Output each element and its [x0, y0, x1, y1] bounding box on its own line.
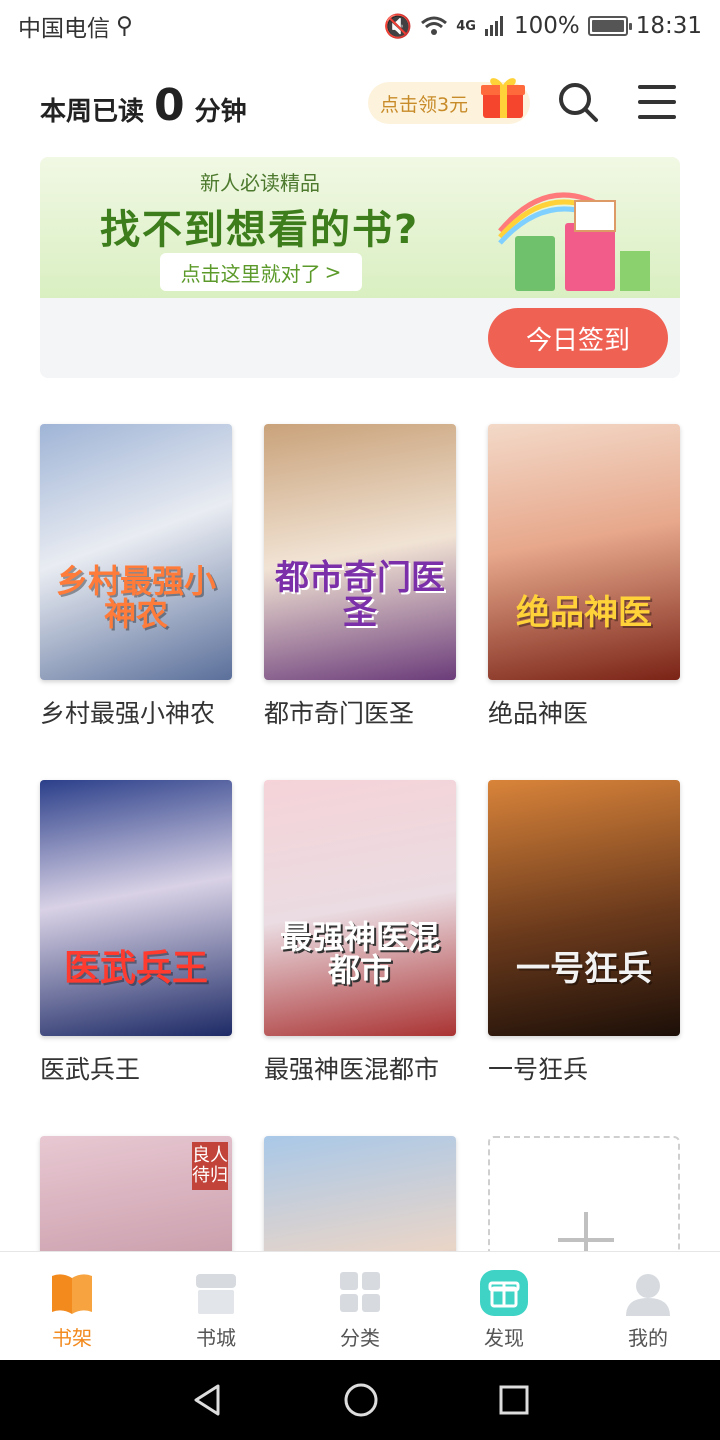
- new-reader-banner[interactable]: 新人必读精品 找不到想看的书? 点击这里就对了 >: [40, 157, 680, 298]
- gift-icon: [480, 1270, 528, 1316]
- cover-title: 良人待归: [192, 1142, 228, 1190]
- bottom-tab-bar: 书架 书城 分类 发现 我的: [0, 1251, 720, 1360]
- clock: 18:31: [635, 13, 702, 39]
- banner-cta-label: 点击这里就对了: [180, 261, 321, 286]
- back-icon[interactable]: [190, 1383, 224, 1417]
- chevron-right-icon: >: [324, 260, 342, 284]
- book-item[interactable]: 乡村最强小神农 乡村最强小神农: [40, 424, 232, 730]
- book-title: 医武兵王: [40, 1055, 141, 1084]
- bookshelf-icon: [52, 1274, 92, 1314]
- book-item[interactable]: 绝品神医 绝品神医: [488, 424, 680, 730]
- book-cover[interactable]: 都市奇门医圣: [264, 424, 456, 680]
- tab-label: 发现: [484, 1326, 524, 1350]
- wifi-icon: [421, 16, 448, 35]
- battery-icon: [587, 16, 632, 36]
- banner-cta-button[interactable]: 点击这里就对了 >: [160, 253, 362, 291]
- book-cover[interactable]: 乡村最强小神农: [40, 424, 232, 680]
- carrier-label: 中国电信: [18, 16, 110, 42]
- network-type-label: 4G: [456, 18, 476, 34]
- tab-label: 书城: [196, 1326, 236, 1350]
- book-cover[interactable]: 医武兵王: [40, 780, 232, 1036]
- book-cover[interactable]: 最强神医混都市: [264, 780, 456, 1036]
- cover-title: 乡村最强小神农: [55, 561, 216, 634]
- battery-percent: 100%: [513, 13, 580, 39]
- claim-gift-label: 点击领3元: [380, 93, 469, 116]
- home-icon[interactable]: [343, 1382, 379, 1418]
- store-icon: [196, 1274, 236, 1314]
- search-icon[interactable]: [554, 78, 602, 126]
- book-cover[interactable]: 绝品神医: [488, 424, 680, 680]
- read-prefix: 本周已读: [40, 96, 145, 127]
- book-title: 乡村最强小神农: [40, 699, 216, 728]
- status-bar: 中国电信 ⚲ 🔇 4G 100% 18:31: [0, 0, 720, 52]
- banner-subtitle: 新人必读精品: [200, 171, 320, 195]
- book-item[interactable]: 医武兵王 医武兵王: [40, 780, 232, 1086]
- read-minutes: 0: [154, 79, 185, 131]
- cover-title: 都市奇门医圣: [275, 557, 445, 634]
- book-item[interactable]: 都市奇门医圣 都市奇门医圣: [264, 424, 456, 730]
- book-item[interactable]: 最强神医混都市 最强神医混都市: [264, 780, 456, 1086]
- grid-icon: [340, 1272, 380, 1312]
- gift-box-icon[interactable]: [478, 72, 528, 122]
- cover-title: 绝品神医: [516, 593, 652, 634]
- signal-icon: [484, 16, 503, 36]
- system-nav-bar: [0, 1360, 720, 1440]
- book-title: 绝品神医: [488, 699, 589, 728]
- book-title: 一号狂兵: [488, 1055, 589, 1084]
- book-item[interactable]: 一号狂兵 一号狂兵: [488, 780, 680, 1086]
- recents-icon[interactable]: [498, 1384, 530, 1416]
- cover-title: 医武兵王: [63, 948, 208, 990]
- tab-bookstore[interactable]: 书城: [144, 1252, 288, 1360]
- mute-icon: 🔇: [383, 13, 413, 40]
- profile-icon: [626, 1274, 670, 1316]
- tab-discover[interactable]: 发现: [432, 1252, 576, 1360]
- tab-profile[interactable]: 我的: [576, 1252, 720, 1360]
- tab-label: 书架: [52, 1326, 92, 1350]
- tab-label: 我的: [628, 1326, 668, 1350]
- banner-illustration: [498, 192, 650, 291]
- book-cover[interactable]: 一号狂兵: [488, 780, 680, 1036]
- menu-icon[interactable]: [634, 78, 682, 126]
- usb-icon: ⚲: [116, 13, 133, 39]
- weekly-reading-stat: 本周已读 0 分钟: [40, 80, 247, 131]
- promo-card: 新人必读精品 找不到想看的书? 点击这里就对了 > 今日签到: [40, 157, 680, 378]
- tab-category[interactable]: 分类: [288, 1252, 432, 1360]
- header: 本周已读 0 分钟 点击领3元: [40, 70, 680, 140]
- cover-title: 一号狂兵: [516, 949, 652, 990]
- read-unit: 分钟: [194, 96, 247, 127]
- cover-title: 最强神医混都市: [279, 917, 440, 990]
- banner-title: 找不到想看的书?: [100, 207, 420, 253]
- tab-label: 分类: [340, 1326, 380, 1350]
- tab-bookshelf[interactable]: 书架: [0, 1252, 144, 1360]
- daily-checkin-button[interactable]: 今日签到: [488, 308, 668, 368]
- checkin-label: 今日签到: [525, 325, 630, 356]
- book-title: 最强神医混都市: [264, 1055, 440, 1084]
- book-title: 都市奇门医圣: [264, 699, 415, 728]
